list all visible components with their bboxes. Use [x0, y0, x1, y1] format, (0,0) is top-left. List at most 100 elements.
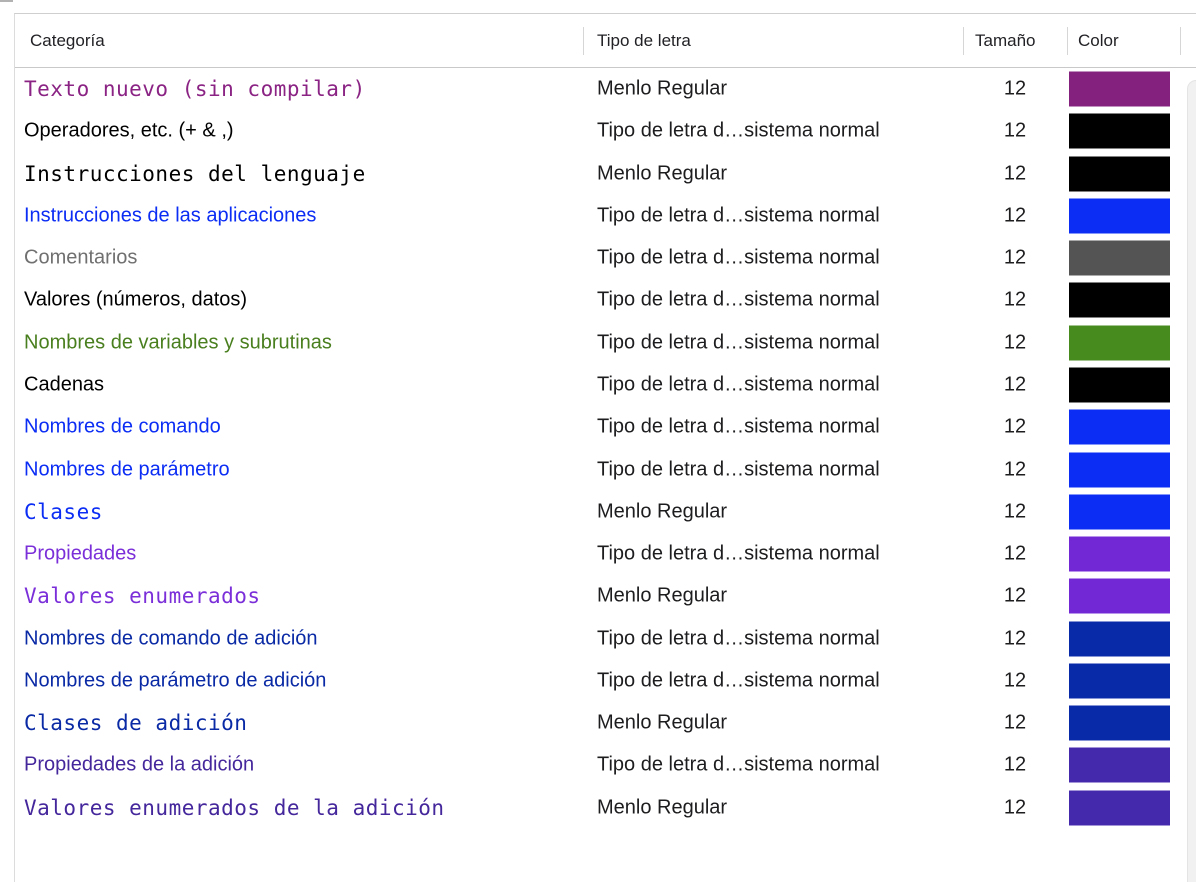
- font-cell: Menlo Regular: [597, 77, 728, 100]
- size-cell: 12: [1003, 627, 1027, 650]
- font-cell: Tipo de letra d…sistema normal: [597, 204, 880, 227]
- table-body: Texto nuevo (sin compilar) Menlo Regular…: [15, 68, 1196, 882]
- table-row[interactable]: Nombres de variables y subrutinas Tipo d…: [15, 321, 1196, 364]
- table-row[interactable]: Propiedades de la adición Tipo de letra …: [15, 744, 1196, 787]
- category-label: Nombres de parámetro: [24, 458, 230, 481]
- category-label: Comentarios: [24, 246, 138, 269]
- color-swatch[interactable]: [1069, 494, 1170, 530]
- table-row[interactable]: Valores (números, datos) Tipo de letra d…: [15, 279, 1196, 322]
- size-cell: 12: [1003, 669, 1027, 692]
- column-header-color[interactable]: Color: [1078, 14, 1119, 67]
- font-cell: Tipo de letra d…sistema normal: [597, 669, 880, 692]
- size-cell: 12: [1003, 415, 1027, 438]
- category-label: Nombres de comando: [24, 415, 221, 438]
- font-cell: Tipo de letra d…sistema normal: [597, 119, 880, 142]
- font-cell: Tipo de letra d…sistema normal: [597, 331, 880, 354]
- table-row[interactable]: Valores enumerados Menlo Regular 12: [15, 575, 1196, 618]
- column-header-tipo-de-letra[interactable]: Tipo de letra: [597, 14, 691, 67]
- font-cell: Tipo de letra d…sistema normal: [597, 246, 880, 269]
- font-cell: Menlo Regular: [597, 796, 728, 819]
- color-swatch[interactable]: [1069, 621, 1170, 657]
- column-header-categoria[interactable]: Categoría: [30, 14, 105, 67]
- color-swatch[interactable]: [1069, 790, 1170, 826]
- table-row[interactable]: Instrucciones del lenguaje Menlo Regular…: [15, 152, 1196, 195]
- category-label: Operadores, etc. (+ & ,): [24, 119, 234, 142]
- table-row[interactable]: Clases de adición Menlo Regular 12: [15, 701, 1196, 745]
- size-cell: 12: [1003, 77, 1027, 100]
- color-swatch[interactable]: [1069, 198, 1170, 234]
- font-cell: Tipo de letra d…sistema normal: [597, 627, 880, 650]
- font-cell: Tipo de letra d…sistema normal: [597, 415, 880, 438]
- table-row[interactable]: Operadores, etc. (+ & ,) Tipo de letra d…: [15, 110, 1196, 153]
- color-swatch[interactable]: [1069, 452, 1170, 488]
- size-cell: 12: [1003, 500, 1027, 523]
- category-label: Clases de adición: [24, 711, 248, 736]
- size-cell: 12: [1003, 796, 1027, 819]
- category-label: Valores enumerados de la adición: [24, 795, 445, 820]
- font-cell: Menlo Regular: [597, 584, 728, 607]
- size-cell: 12: [1003, 119, 1027, 142]
- size-cell: 12: [1003, 753, 1027, 776]
- font-cell: Tipo de letra d…sistema normal: [597, 373, 880, 396]
- header-column-divider: [1067, 27, 1068, 55]
- color-swatch[interactable]: [1069, 325, 1170, 361]
- category-label: Instrucciones de las aplicaciones: [24, 204, 317, 227]
- color-swatch[interactable]: [1069, 409, 1170, 445]
- color-swatch[interactable]: [1069, 240, 1170, 276]
- color-swatch[interactable]: [1069, 747, 1170, 783]
- header-column-divider: [583, 27, 584, 55]
- color-swatch[interactable]: [1069, 705, 1170, 741]
- table-row[interactable]: Instrucciones de las aplicaciones Tipo d…: [15, 194, 1196, 238]
- font-cell: Menlo Regular: [597, 711, 728, 734]
- font-cell: Tipo de letra d…sistema normal: [597, 542, 880, 565]
- table-row[interactable]: Propiedades Tipo de letra d…sistema norm…: [15, 532, 1196, 576]
- format-table-panel: Categoría Tipo de letra Tamaño Color Tex…: [14, 13, 1196, 882]
- category-label: Clases: [24, 499, 103, 524]
- size-cell: 12: [1003, 204, 1027, 227]
- table-row[interactable]: Nombres de comando de adición Tipo de le…: [15, 617, 1196, 660]
- column-header-tamano[interactable]: Tamaño: [975, 14, 1035, 67]
- category-label: Nombres de variables y subrutinas: [24, 331, 332, 354]
- table-row[interactable]: Nombres de parámetro de adición Tipo de …: [15, 659, 1196, 702]
- table-row[interactable]: Texto nuevo (sin compilar) Menlo Regular…: [15, 68, 1196, 111]
- size-cell: 12: [1003, 288, 1027, 311]
- table-row[interactable]: Comentarios Tipo de letra d…sistema norm…: [15, 237, 1196, 280]
- font-cell: Tipo de letra d…sistema normal: [597, 288, 880, 311]
- category-label: Nombres de comando de adición: [24, 627, 318, 650]
- header-column-divider: [963, 27, 964, 55]
- table-row[interactable]: Cadenas Tipo de letra d…sistema normal 1…: [15, 363, 1196, 407]
- font-cell: Tipo de letra d…sistema normal: [597, 753, 880, 776]
- table-row[interactable]: Clases Menlo Regular 12: [15, 490, 1196, 533]
- table-row[interactable]: Nombres de comando Tipo de letra d…siste…: [15, 406, 1196, 449]
- category-label: Nombres de parámetro de adición: [24, 669, 327, 692]
- color-swatch[interactable]: [1069, 536, 1170, 572]
- table-row[interactable]: Valores enumerados de la adición Menlo R…: [15, 786, 1196, 829]
- top-left-divider-artifact: [0, 0, 13, 2]
- header-column-divider: [1180, 27, 1181, 55]
- color-swatch[interactable]: [1069, 156, 1170, 192]
- category-label: Valores enumerados: [24, 584, 261, 609]
- size-cell: 12: [1003, 542, 1027, 565]
- color-swatch[interactable]: [1069, 663, 1170, 699]
- category-label: Propiedades: [24, 542, 137, 565]
- size-cell: 12: [1003, 584, 1027, 607]
- category-label: Cadenas: [24, 373, 105, 396]
- color-swatch[interactable]: [1069, 367, 1170, 403]
- color-swatch[interactable]: [1069, 113, 1170, 149]
- script-editor-format-table: { "header": { "columns": [ { "label": "C…: [0, 0, 1196, 882]
- category-label: Instrucciones del lenguaje: [24, 161, 366, 186]
- category-label: Valores (números, datos): [24, 288, 248, 311]
- table-header: Categoría Tipo de letra Tamaño Color: [15, 14, 1196, 68]
- font-cell: Tipo de letra d…sistema normal: [597, 458, 880, 481]
- size-cell: 12: [1003, 162, 1027, 185]
- color-swatch[interactable]: [1069, 71, 1170, 107]
- table-row[interactable]: Nombres de parámetro Tipo de letra d…sis…: [15, 448, 1196, 491]
- color-swatch[interactable]: [1069, 282, 1170, 318]
- color-swatch[interactable]: [1069, 578, 1170, 614]
- font-cell: Menlo Regular: [597, 500, 728, 523]
- size-cell: 12: [1003, 331, 1027, 354]
- size-cell: 12: [1003, 246, 1027, 269]
- size-cell: 12: [1003, 711, 1027, 734]
- size-cell: 12: [1003, 458, 1027, 481]
- vertical-scrollbar[interactable]: [1187, 80, 1196, 882]
